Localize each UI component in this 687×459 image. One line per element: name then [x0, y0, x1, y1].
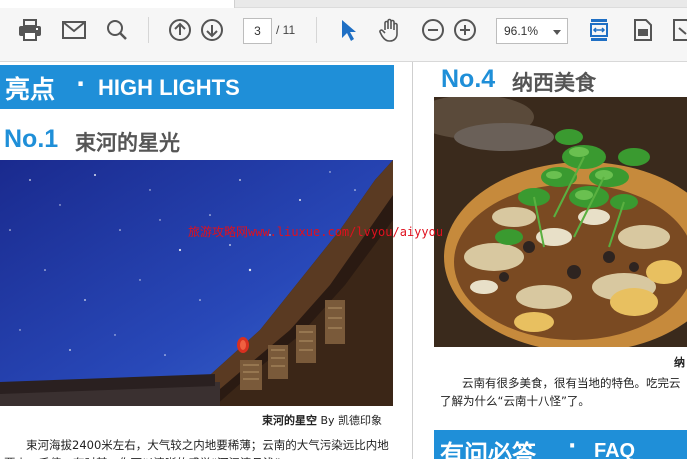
item1-body: 束河海拔2400米左右，大气较之内地要稀薄；云南的大气污染远比内地要少一千倍，有…	[4, 438, 389, 459]
item1-caption: 束河的星空 By 凯德印象	[262, 412, 382, 428]
banner-dot: ·	[568, 434, 577, 459]
toolbar-separator	[316, 17, 317, 43]
active-tab[interactable]	[0, 0, 235, 8]
search-icon[interactable]	[103, 16, 131, 44]
column-divider	[412, 62, 413, 459]
zoom-out-icon[interactable]	[419, 16, 447, 44]
item4-number: No.4	[441, 65, 496, 93]
page-down-icon[interactable]	[198, 16, 226, 44]
item4-body-line1: 云南有很多美食，很有当地的特色。吃完云	[462, 376, 681, 390]
item4-caption: 纳	[674, 356, 685, 369]
item4-title: 纳西美食	[512, 71, 596, 95]
item4-body-line2: 了解为什么“云南十八怪”了。	[440, 394, 590, 408]
zoom-value: 96.1%	[504, 24, 539, 38]
highlights-cn: 亮点	[5, 75, 56, 104]
page-number-input[interactable]: 3	[243, 18, 272, 44]
page-total: / 11	[276, 23, 296, 37]
item1-title: 束河的星光	[75, 131, 180, 155]
watermark-text: 旅游攻略网www.liuxue.com/lvyou/aiyyou	[188, 225, 444, 239]
tab-strip	[0, 0, 687, 8]
document-page[interactable]: 亮点 · HIGH LIGHTS No.1 束河的星光 束河的星空 By 凯德印…	[0, 62, 687, 459]
faq-cn: 有问必答	[440, 440, 536, 459]
item1-caption-bold: 束河的星空	[262, 414, 317, 427]
faq-en: FAQ	[594, 440, 636, 459]
star-photo	[0, 160, 393, 406]
hand-tool-icon[interactable]	[376, 16, 404, 44]
toolbar-separator	[148, 17, 149, 43]
printer-icon[interactable]	[16, 16, 44, 44]
banner-dot: ·	[76, 70, 86, 98]
highlights-en: HIGH LIGHTS	[98, 75, 240, 100]
item1-number: No.1	[4, 125, 59, 153]
chevron-down-icon	[553, 30, 561, 35]
zoom-in-icon[interactable]	[451, 16, 479, 44]
pdf-toolbar: 3 / 11 96.1%	[0, 0, 687, 62]
zoom-select[interactable]: 96.1%	[496, 18, 568, 44]
food-photo	[434, 97, 687, 347]
email-icon[interactable]	[60, 16, 88, 44]
highlights-banner: 亮点 · HIGH LIGHTS	[0, 65, 394, 109]
page-up-icon[interactable]	[166, 16, 194, 44]
item1-caption-by: By 凯德印象	[317, 414, 383, 427]
faq-banner: 有问必答 · FAQ	[434, 430, 687, 459]
fit-page-icon[interactable]	[585, 16, 613, 44]
crop-icon[interactable]	[668, 16, 687, 44]
export-pdf-icon[interactable]	[629, 16, 657, 44]
select-cursor-icon[interactable]	[334, 16, 362, 44]
